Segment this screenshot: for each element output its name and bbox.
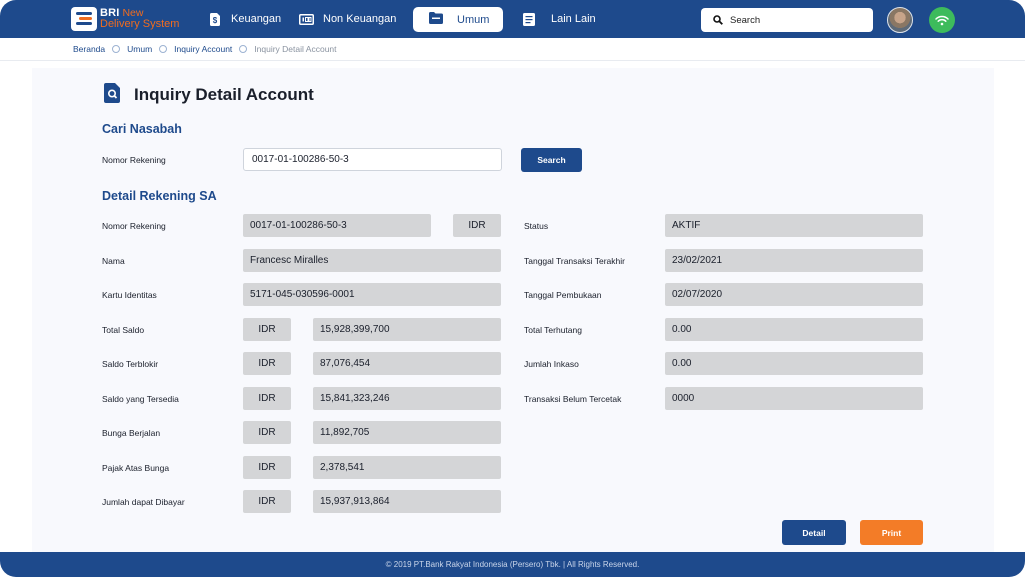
breadcrumb-inquiry-account[interactable]: Inquiry Account [174, 44, 232, 54]
field-jumlah-dapat-dibayar: 15,937,913,864 [313, 490, 501, 513]
label-saldo-terblokir: Saldo Terblokir [102, 359, 159, 369]
label-jumlah-dapat-dibayar: Jumlah dapat Dibayar [102, 497, 185, 507]
field-kartu-identitas: 5171-045-030596-0001 [243, 283, 501, 306]
field-saldo-terblokir-currency: IDR [243, 352, 291, 375]
document-list-icon [522, 12, 536, 26]
breadcrumb-separator-icon [112, 45, 121, 53]
field-total-terhutang: 0.00 [665, 318, 923, 341]
app-window: BRI New Delivery System $ Keuangan Non K… [0, 0, 1025, 577]
label-bunga-berjalan: Bunga Berjalan [102, 428, 161, 438]
field-total-saldo: 15,928,399,700 [313, 318, 501, 341]
label-transaksi-belum-tercetak: Transaksi Belum Tercetak [524, 394, 622, 404]
field-transaksi-belum-tercetak: 0000 [665, 387, 923, 410]
top-navigation-bar: BRI New Delivery System $ Keuangan Non K… [0, 0, 1025, 38]
breadcrumb-beranda[interactable]: Beranda [73, 44, 105, 54]
field-currency: IDR [453, 214, 501, 237]
breadcrumb-current: Inquiry Detail Account [254, 44, 337, 54]
breadcrumb: Beranda Umum Inquiry Account Inquiry Det… [0, 38, 1025, 61]
footer: © 2019 PT.Bank Rakyat Indonesia (Persero… [0, 552, 1025, 577]
field-saldo-tersedia: 15,841,323,246 [313, 387, 501, 410]
nav-non-keuangan-label: Non Keuangan [323, 13, 397, 25]
nav-lain-lain-label: Lain Lain [551, 13, 596, 25]
field-nomor-rekening: 0017-01-100286-50-3 [243, 214, 431, 237]
bri-logo[interactable]: BRI New Delivery System [71, 7, 179, 31]
logo-subtitle: Delivery System [100, 18, 180, 30]
section-detail-rekening: Detail Rekening SA [102, 189, 217, 203]
nav-lain-lain[interactable]: Lain Lain [522, 0, 596, 38]
search-label: Search [730, 14, 761, 26]
field-tanggal-pembukaan: 02/07/2020 [665, 283, 923, 306]
field-saldo-terblokir: 87,076,454 [313, 352, 501, 375]
logo-text: BRI New Delivery System [100, 8, 179, 30]
money-document-icon: $ [208, 12, 222, 26]
label-tanggal-pembukaan: Tanggal Pembukaan [524, 290, 602, 300]
search-icon [713, 15, 723, 25]
breadcrumb-separator-icon [159, 45, 168, 53]
bri-logo-icon [71, 7, 97, 31]
label-nama: Nama [102, 256, 125, 266]
field-bunga-berjalan: 11,892,705 [313, 421, 501, 444]
label-total-saldo: Total Saldo [102, 325, 145, 335]
nav-keuangan[interactable]: $ Keuangan [208, 0, 281, 38]
page-title: Inquiry Detail Account [134, 85, 314, 104]
breadcrumb-separator-icon [239, 45, 248, 53]
section-cari-nasabah: Cari Nasabah [102, 122, 182, 136]
svg-text:$: $ [213, 16, 218, 25]
search-account-label: Nomor Rekening [102, 155, 166, 165]
label-status: Status [524, 221, 549, 231]
content-panel [32, 68, 994, 552]
copyright-text: © 2019 PT.Bank Rakyat Indonesia (Persero… [385, 560, 640, 569]
folder-icon [429, 12, 443, 27]
document-search-icon [104, 83, 120, 103]
label-nomor-rekening: Nomor Rekening [102, 221, 166, 231]
field-saldo-tersedia-currency: IDR [243, 387, 291, 410]
detail-button[interactable]: Detail [782, 520, 846, 545]
field-status: AKTIF [665, 214, 923, 237]
field-jumlah-currency: IDR [243, 490, 291, 513]
nav-umum[interactable]: Umum [413, 7, 503, 32]
field-pajak-atas-bunga: 2,378,541 [313, 456, 501, 479]
nav-non-keuangan[interactable]: Non Keuangan [298, 0, 396, 38]
breadcrumb-umum[interactable]: Umum [127, 44, 152, 54]
label-kartu-identitas: Kartu Identitas [102, 290, 157, 300]
label-jumlah-inkaso: Jumlah Inkaso [524, 359, 579, 369]
print-button[interactable]: Print [860, 520, 923, 545]
label-tanggal-transaksi-terakhir: Tanggal Transaksi Terakhir [524, 256, 625, 266]
label-saldo-tersedia: Saldo yang Tersedia [102, 394, 179, 404]
nav-umum-label: Umum [457, 13, 490, 26]
field-total-saldo-currency: IDR [243, 318, 291, 341]
counter-icon [298, 12, 314, 26]
field-nama: Francesc Miralles [243, 249, 501, 272]
field-pajak-currency: IDR [243, 456, 291, 479]
user-avatar[interactable] [887, 7, 913, 33]
wifi-status-icon[interactable] [929, 7, 955, 33]
search-button[interactable]: Search [521, 148, 582, 172]
field-tanggal-transaksi-terakhir: 23/02/2021 [665, 249, 923, 272]
search-box[interactable]: Search [701, 8, 873, 32]
field-bunga-currency: IDR [243, 421, 291, 444]
account-number-input[interactable]: 0017-01-100286-50-3 [243, 148, 502, 171]
nav-keuangan-label: Keuangan [231, 13, 282, 25]
label-total-terhutang: Total Terhutang [524, 325, 582, 335]
label-pajak-atas-bunga: Pajak Atas Bunga [102, 463, 170, 473]
field-jumlah-inkaso: 0.00 [665, 352, 923, 375]
